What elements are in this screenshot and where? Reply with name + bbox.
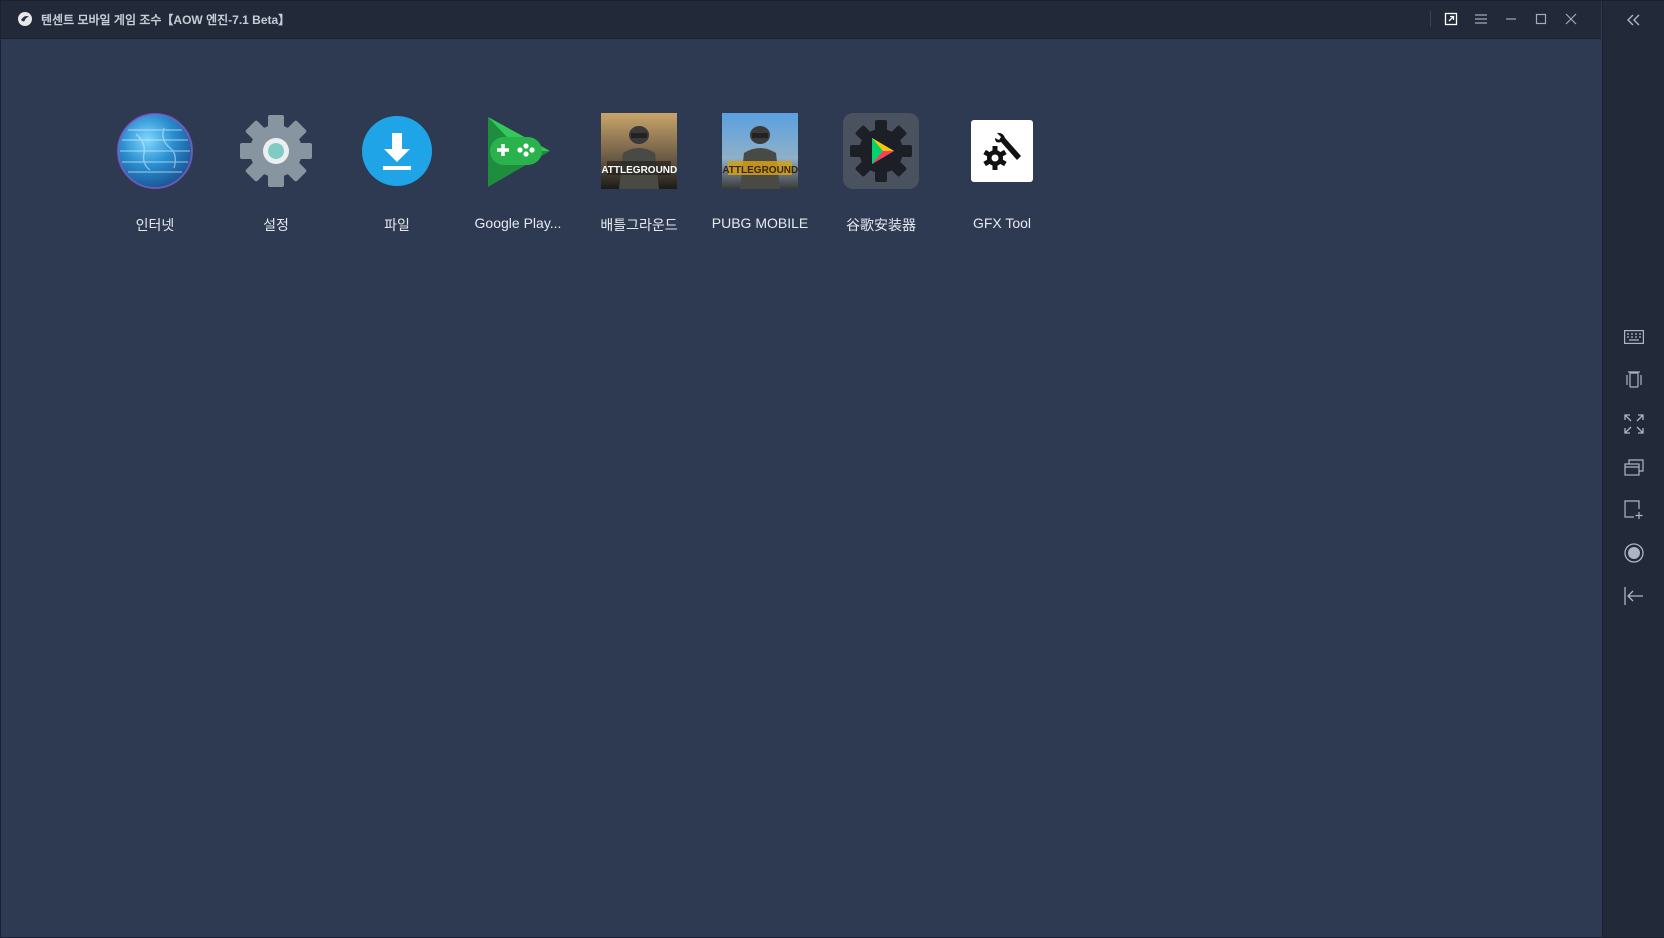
app-internet[interactable]: 인터넷 [91, 111, 219, 261]
battlegrounds-icon-text: BATTLEGROUNDS [601, 165, 677, 176]
app-battlegrounds[interactable]: BATTLEGROUNDS 배틀그라운드 [575, 111, 703, 261]
gfx-tool-icon [962, 111, 1042, 191]
app-label: Google Play... [474, 215, 562, 231]
shake-icon[interactable] [1619, 365, 1649, 395]
pubg-mobile-icon-text: BATTLEGROUNDS [722, 165, 798, 176]
battlegrounds-icon: BATTLEGROUNDS [599, 111, 679, 191]
app-google-installer[interactable]: 谷歌安装器 [817, 111, 945, 261]
exit-icon[interactable] [1619, 581, 1649, 611]
close-icon[interactable] [1561, 9, 1581, 29]
google-play-games-icon [478, 111, 558, 191]
app-label: 인터넷 [135, 217, 175, 233]
pubg-mobile-icon: BATTLEGROUNDS [720, 111, 800, 191]
app-label: 谷歌安装器 [846, 217, 916, 233]
side-toolbar [1602, 1, 1664, 937]
app-logo-icon [18, 12, 32, 26]
title-bar: 텐센트 모바일 게임 조수【AOW 엔진-7.1 Beta】 [1, 1, 1601, 39]
android-home-screen: 인터넷 설정 파일 Google Play... ATTLEGROUND 배틀그… [2, 39, 1602, 937]
menu-icon[interactable] [1471, 9, 1491, 29]
app-label: 파일 [384, 217, 410, 233]
app-settings[interactable]: 설정 [212, 111, 340, 261]
google-installer-icon [841, 111, 921, 191]
multi-window-icon[interactable] [1619, 452, 1649, 482]
fullscreen-icon[interactable] [1619, 409, 1649, 439]
minimize-icon[interactable] [1501, 9, 1521, 29]
app-files[interactable]: 파일 [333, 111, 461, 261]
titlebar-divider [1430, 11, 1431, 27]
app-label: GFX Tool [972, 215, 1032, 231]
open-external-icon[interactable] [1441, 9, 1461, 29]
emulator-window: 텐센트 모바일 게임 조수【AOW 엔진-7.1 Beta】 인터넷 설정 파일… [0, 0, 1664, 938]
app-label: 설정 [263, 217, 289, 233]
app-label: PUBG MOBILE [711, 215, 809, 231]
keyboard-icon[interactable] [1619, 322, 1649, 352]
screenshot-add-icon[interactable] [1619, 495, 1649, 525]
app-gfx-tool[interactable]: GFX Tool [938, 111, 1066, 261]
app-google-play-games[interactable]: Google Play... [454, 111, 582, 261]
download-file-icon [357, 111, 437, 191]
app-pubg-mobile[interactable]: BATTLEGROUNDS PUBG MOBILE [696, 111, 824, 261]
settings-gear-icon [236, 111, 316, 191]
collapse-icon[interactable] [1619, 5, 1649, 35]
window-title: 텐센트 모바일 게임 조수【AOW 엔진-7.1 Beta】 [41, 13, 291, 27]
record-icon[interactable] [1619, 538, 1649, 568]
app-label: 배틀그라운드 [600, 217, 678, 233]
globe-icon [115, 111, 195, 191]
maximize-icon[interactable] [1531, 9, 1551, 29]
